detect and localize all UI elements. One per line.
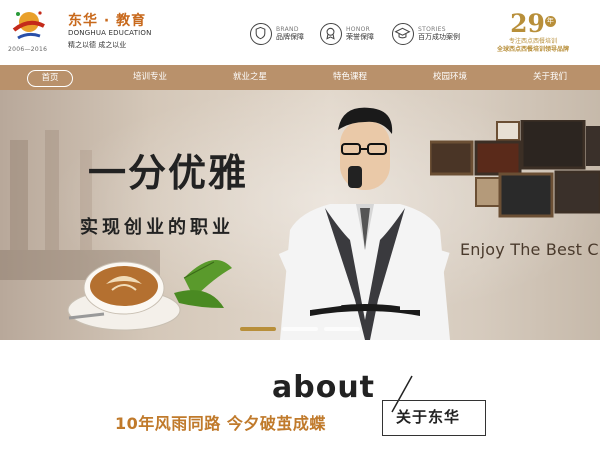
banner-headline: 一分优雅 <box>88 150 249 195</box>
main-nav: 首页 培训专业 就业之星 特色课程 校园环境 关于我们 <box>0 65 600 90</box>
about-tagline: 10年风雨同路 今夕破茧成蝶 <box>115 414 326 433</box>
years-line2: 全球西点西餐培训领导品牌 <box>496 46 569 53</box>
medal-icon <box>320 23 342 45</box>
logo-name[interactable]: 东华 · 教育 <box>68 10 146 30</box>
logo-english: DONGHUA EDUCATION <box>68 29 152 37</box>
shield-icon <box>250 23 272 45</box>
coffee-cup-image <box>67 260 232 331</box>
slider-dot[interactable] <box>324 327 360 331</box>
years-badge: 29 年 专注西点西餐培训 全球西点西餐培训领导品牌 <box>478 10 588 58</box>
honor-badge-cn: 荣誉保障 <box>346 33 374 42</box>
page: 2006—2016 东华 · 教育 DONGHUA EDUCATION 精之以德… <box>0 0 600 450</box>
banner-subline: 实现创业的职业 <box>80 217 234 238</box>
logo-slogan: 精之以德 成之以业 <box>68 41 127 49</box>
years-line1: 专注西点西餐培训 <box>508 38 557 45</box>
slider-dot[interactable] <box>282 327 318 331</box>
logo-years: 2006—2016 <box>8 46 48 53</box>
nav-item-campus[interactable]: 校园环境 <box>400 65 500 90</box>
slider-pagination <box>240 327 360 331</box>
nav-item-training[interactable]: 培训专业 <box>100 65 200 90</box>
stories-badge[interactable]: STORIES 百万成功案例 <box>392 20 460 48</box>
years-number: 29 <box>510 9 545 38</box>
site-header: 2006—2016 东华 · 教育 DONGHUA EDUCATION 精之以德… <box>0 0 600 65</box>
nav-item-home[interactable]: 首页 <box>0 65 100 90</box>
brand-badge[interactable]: BRAND 品牌保障 <box>250 20 304 48</box>
instructor-photo <box>278 107 450 340</box>
nav-item-about[interactable]: 关于我们 <box>500 65 600 90</box>
about-title[interactable]: 关于东华 <box>396 406 460 427</box>
graduation-cap-icon <box>392 23 414 45</box>
nav-item-courses[interactable]: 特色课程 <box>300 65 400 90</box>
nav-item-label: 首页 <box>27 70 73 87</box>
nav-item-employment[interactable]: 就业之星 <box>200 65 300 90</box>
logo-icon[interactable] <box>12 8 46 44</box>
about-heading: about <box>272 370 376 405</box>
slider-dot[interactable] <box>240 327 276 331</box>
brand-badge-cn: 品牌保障 <box>276 33 304 42</box>
stories-badge-cn: 百万成功案例 <box>418 33 460 42</box>
honor-badge[interactable]: HONOR 荣誉保障 <box>320 20 374 48</box>
banner-tagline: Enjoy The Best C <box>460 240 599 259</box>
hero-banner[interactable]: 一分优雅 实现创业的职业 Enjoy The Best C <box>0 90 600 340</box>
years-suffix: 年 <box>544 16 556 27</box>
about-section: about 10年风雨同路 今夕破茧成蝶 关于东华 <box>0 340 600 450</box>
